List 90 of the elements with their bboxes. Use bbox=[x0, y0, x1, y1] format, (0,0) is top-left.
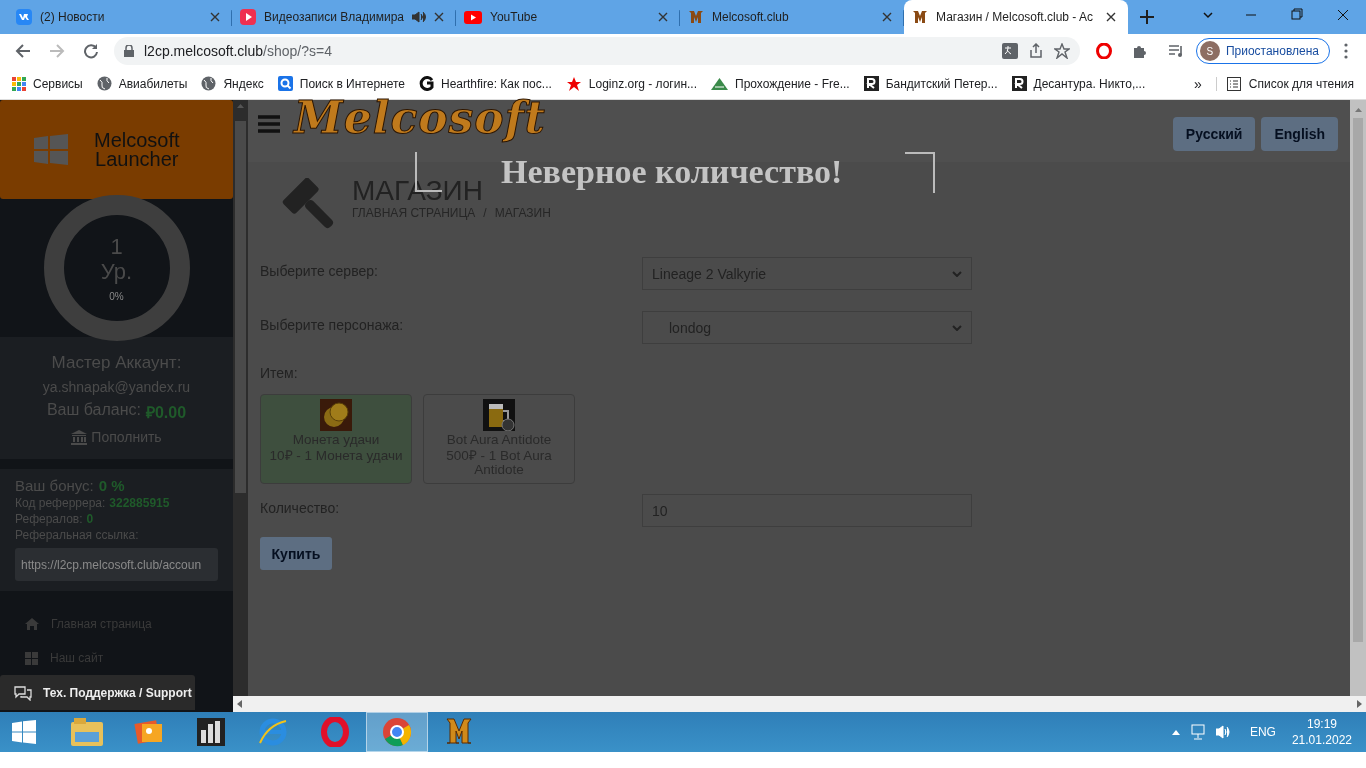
play-icon bbox=[464, 10, 482, 24]
browser-tab[interactable]: Melcosoft.club bbox=[680, 4, 904, 30]
chevron-down-icon bbox=[952, 324, 962, 331]
profile-button[interactable]: S Приостановлена bbox=[1195, 38, 1330, 64]
bonus-value: 0 % bbox=[98, 477, 125, 494]
puzzle-icon[interactable] bbox=[1131, 43, 1148, 59]
reading-list[interactable]: Список для чтения bbox=[1215, 76, 1354, 91]
clock[interactable]: 19:19 21.01.2022 bbox=[1291, 716, 1352, 748]
coins-icon bbox=[320, 399, 352, 431]
globe-icon bbox=[96, 76, 112, 91]
home-icon bbox=[25, 618, 39, 630]
translate-icon[interactable] bbox=[1001, 43, 1018, 59]
beer-mug-icon bbox=[483, 399, 515, 431]
scroll-right-icon[interactable] bbox=[1357, 700, 1362, 708]
favicon-icon bbox=[912, 9, 928, 25]
windows-logo-icon bbox=[34, 134, 68, 165]
letter-icon bbox=[1011, 76, 1027, 91]
photos-icon bbox=[134, 718, 164, 746]
browser-tab[interactable]: Магазин / Melcosoft.club - Ac bbox=[904, 0, 1128, 34]
bookmark[interactable]: Поиск в Интернете bbox=[277, 76, 405, 91]
language-button[interactable]: English bbox=[1261, 117, 1338, 151]
bookmark[interactable]: Бандитский Петер... bbox=[863, 76, 998, 91]
lock-icon bbox=[124, 45, 134, 57]
globe-icon bbox=[201, 76, 217, 91]
corner-bracket bbox=[905, 152, 935, 193]
error-message: Неверное количество! bbox=[501, 153, 843, 191]
chevron-up-icon[interactable] bbox=[1171, 729, 1180, 735]
bookmark[interactable]: Сервисы bbox=[12, 76, 83, 91]
level-unit: Ур. bbox=[100, 258, 133, 285]
scroll-left-icon[interactable] bbox=[237, 700, 242, 708]
level-percent: 0% bbox=[108, 290, 125, 302]
scrollbar-thumb[interactable] bbox=[235, 121, 246, 493]
bookmark[interactable]: Hearthfire: Как пос... bbox=[419, 76, 552, 91]
keyboard-language[interactable]: ENG bbox=[1249, 725, 1276, 739]
search-icon bbox=[277, 76, 293, 91]
hamburger-menu-icon[interactable] bbox=[258, 115, 280, 133]
folder-icon bbox=[71, 718, 103, 746]
address-bar[interactable]: l2cp.melcosoft.club/shop/?s=4 bbox=[114, 37, 1080, 65]
favicon-icon bbox=[688, 9, 704, 25]
mountain-icon bbox=[711, 77, 729, 90]
browser-tab[interactable]: Видеозаписи Владимира bbox=[232, 4, 456, 30]
network-icon[interactable] bbox=[1189, 724, 1206, 740]
letter-m-icon bbox=[445, 717, 473, 747]
bookmark[interactable]: Loginz.org - логин... bbox=[565, 75, 698, 92]
grid-icon bbox=[25, 651, 38, 665]
list-icon bbox=[1226, 76, 1241, 91]
chat-bubbles-icon bbox=[13, 684, 33, 701]
referrals-count: 0 bbox=[86, 512, 94, 526]
kebab-menu-icon[interactable] bbox=[1344, 43, 1348, 59]
letter-e-icon bbox=[258, 717, 288, 747]
bookmark[interactable]: Десантура. Никто,... bbox=[1011, 76, 1146, 91]
browser-tab[interactable]: YouTube bbox=[456, 4, 680, 30]
referrer-code: 322885915 bbox=[109, 496, 170, 510]
opera-icon[interactable] bbox=[1095, 43, 1112, 59]
balance-value: ₽0.00 bbox=[145, 403, 187, 423]
buy-button[interactable]: Купить bbox=[260, 537, 332, 570]
level-number: 1 bbox=[109, 234, 124, 259]
reload-icon[interactable] bbox=[83, 43, 99, 59]
avatar: S bbox=[1199, 41, 1220, 61]
support-chat-button[interactable]: Тех. Поддержка / Support bbox=[0, 675, 195, 710]
plus-icon[interactable] bbox=[1140, 10, 1154, 24]
bookmark[interactable]: Авиабилеты bbox=[96, 76, 188, 91]
bank-icon bbox=[71, 429, 88, 445]
opera-icon bbox=[321, 717, 349, 747]
star-icon bbox=[565, 75, 582, 92]
language-button[interactable]: Русский bbox=[1172, 117, 1256, 151]
browser-tab[interactable]: (2) Новости bbox=[8, 4, 232, 30]
playlist-icon[interactable] bbox=[1167, 43, 1184, 59]
star-icon[interactable] bbox=[1053, 43, 1070, 59]
speaker-icon[interactable] bbox=[412, 11, 426, 23]
chevron-down-icon bbox=[952, 270, 962, 277]
play-icon bbox=[240, 9, 256, 25]
back-arrow-icon[interactable] bbox=[15, 43, 31, 59]
chrome-icon bbox=[382, 717, 412, 747]
bookmark[interactable]: Яндекс bbox=[201, 76, 264, 91]
favicon-icon bbox=[16, 9, 32, 25]
bookmark[interactable]: Прохождение - Fre... bbox=[711, 76, 850, 91]
launcher-title: Melcosoft Launcher bbox=[94, 130, 180, 169]
scroll-up-icon[interactable] bbox=[1354, 108, 1362, 112]
letter-icon bbox=[419, 76, 434, 91]
apps-grid-icon bbox=[12, 76, 26, 91]
more-bookmarks[interactable]: » bbox=[1194, 75, 1202, 92]
share-icon[interactable] bbox=[1027, 43, 1044, 59]
letter-icon bbox=[863, 76, 879, 91]
bar-chart-icon bbox=[197, 718, 225, 746]
windows-logo-icon bbox=[12, 720, 36, 744]
referral-link-field[interactable]: https://l2cp.melcosoft.club/accoun bbox=[15, 548, 218, 581]
breadcrumb-separator: / bbox=[483, 206, 487, 220]
scrollbar-thumb[interactable] bbox=[1353, 118, 1363, 642]
speaker-icon[interactable] bbox=[1215, 725, 1232, 739]
